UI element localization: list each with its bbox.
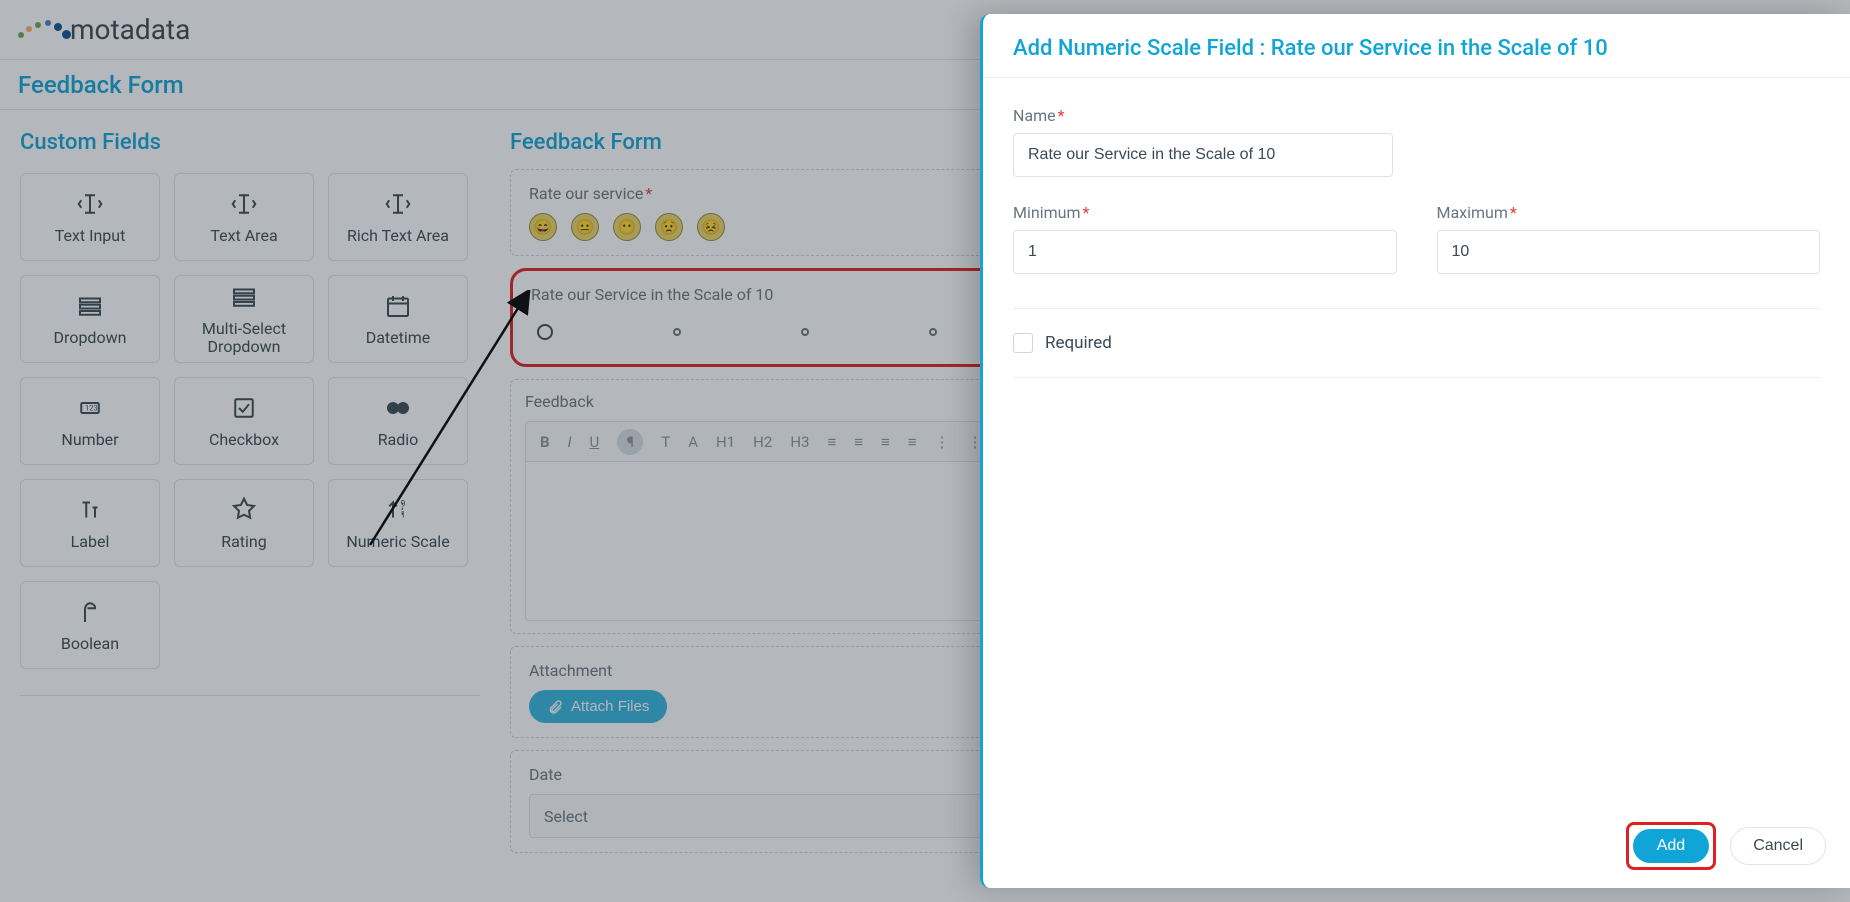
name-input[interactable] xyxy=(1013,133,1393,177)
minimum-input[interactable] xyxy=(1013,230,1397,274)
name-label: Name* xyxy=(1013,106,1820,125)
add-button[interactable]: Add xyxy=(1633,829,1709,863)
required-checkbox[interactable] xyxy=(1013,333,1033,353)
add-button-highlight: Add xyxy=(1626,822,1716,870)
cancel-button[interactable]: Cancel xyxy=(1730,827,1826,865)
required-label: Required xyxy=(1045,333,1112,353)
maximum-label: Maximum* xyxy=(1437,203,1821,222)
panel-title: Add Numeric Scale Field : Rate our Servi… xyxy=(983,14,1850,78)
minimum-label: Minimum* xyxy=(1013,203,1397,222)
add-numeric-scale-panel: Add Numeric Scale Field : Rate our Servi… xyxy=(980,14,1850,888)
maximum-input[interactable] xyxy=(1437,230,1821,274)
